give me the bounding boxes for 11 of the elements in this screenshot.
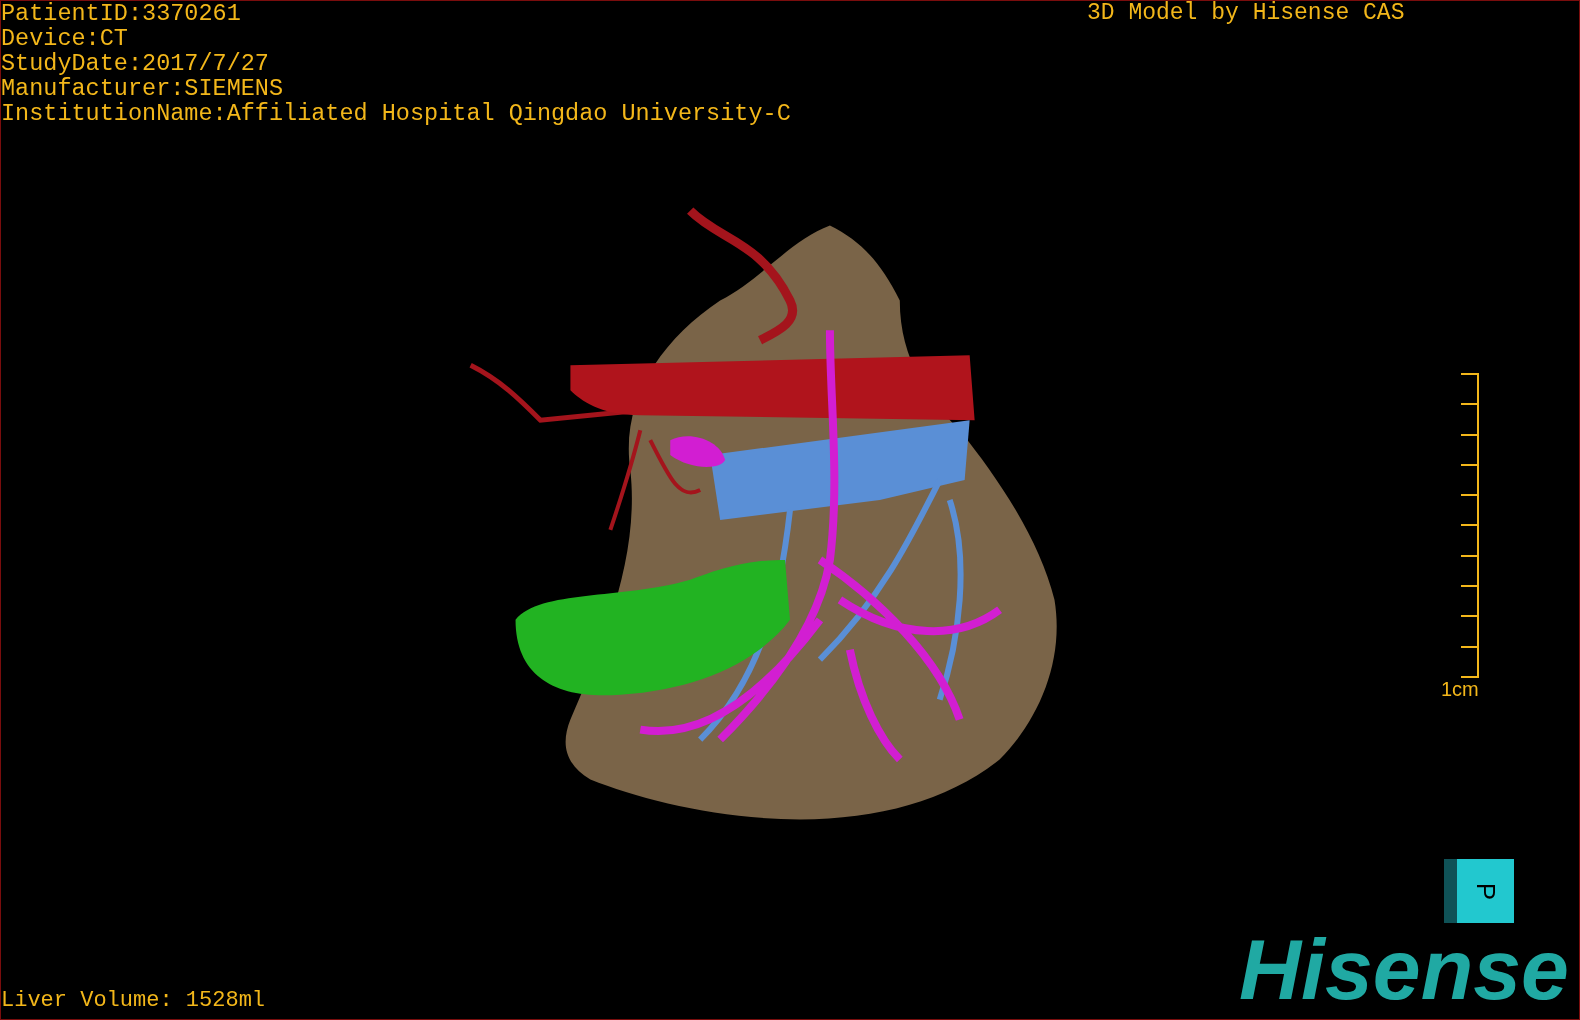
patient-info-text: Device:CT [1,26,129,51]
patient-info-text: Manufacturer:SIEMENS [1,76,285,101]
scale-label: 1cm [1441,678,1479,700]
logo: Hisense [1239,927,1569,1011]
cube-side-face [1444,859,1457,923]
cube-face-label: P [1470,882,1502,900]
liver-volume-text: Liver Volume: 1528ml [1,988,266,1013]
patient-info-text: StudyDate:2017/7/27 [1,51,270,76]
patient-info-text: InstitutionName:Affiliated Hospital Qingdao University-C [1,101,791,126]
patient-info-text: PatientID:3370261 [1,1,242,26]
viewer-title: 3D Model by Hisense CAS [1087,1,1405,26]
